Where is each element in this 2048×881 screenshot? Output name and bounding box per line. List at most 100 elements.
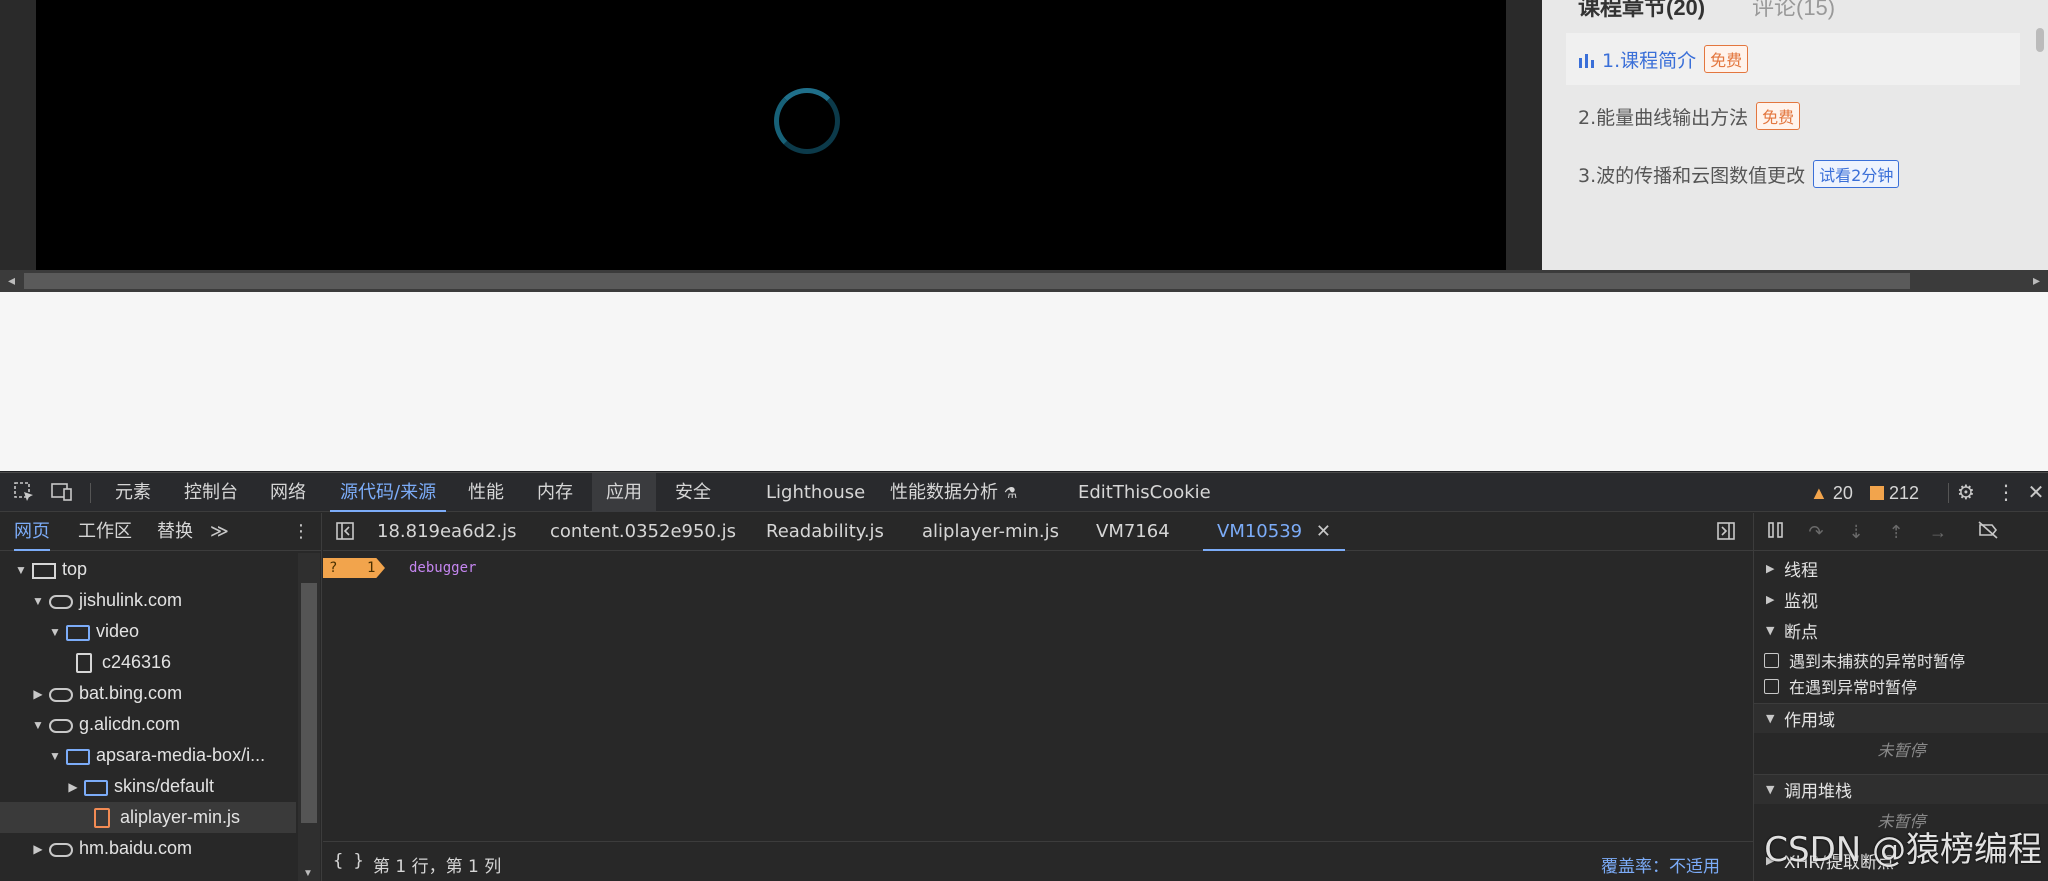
tree-item-domain[interactable]: ▼ jishulink.com (0, 585, 296, 616)
tree-item-domain[interactable]: ▼ g.alicdn.com (0, 709, 296, 740)
section-watch[interactable]: ▶ 监视 (1754, 584, 2048, 614)
settings-gear-icon[interactable]: ⚙ (1954, 481, 1978, 505)
scope-not-paused: 未暂停 (1877, 741, 1926, 760)
expanded-arrow-icon: ▼ (1766, 623, 1775, 637)
tab-workspace[interactable]: 工作区 (78, 513, 132, 551)
scroll-right-icon[interactable]: ▸ (2033, 272, 2040, 289)
chapter-item[interactable]: 3.波的传播和云图数值更改 试看2分钟 (1578, 148, 1900, 200)
scrollbar-thumb[interactable] (301, 583, 317, 823)
close-devtools-icon[interactable]: ✕ (2024, 481, 2048, 505)
pretty-print-braces-icon[interactable]: { } (333, 851, 364, 871)
toggle-navigator-icon[interactable] (335, 513, 355, 551)
scrollbar-thumb[interactable] (24, 273, 1910, 289)
tab-application[interactable]: 应用 (592, 473, 656, 512)
cursor-position: 第 1 行，第 1 列 (373, 857, 502, 877)
collapsed-arrow-icon[interactable]: ▶ (31, 687, 45, 701)
tab-overrides[interactable]: 替换 (157, 513, 193, 551)
editor-tab[interactable]: aliplayer-min.js (922, 513, 1059, 551)
js-file-icon (94, 807, 110, 828)
pause-caught-checkbox[interactable]: 在遇到异常时暂停 (1764, 673, 1917, 699)
checkbox-box[interactable] (1764, 678, 1779, 694)
deactivate-breakpoints-icon[interactable] (1976, 520, 2000, 544)
tab-chapters[interactable]: 课程章节(20) (1578, 0, 1705, 22)
checkbox-box[interactable] (1764, 652, 1779, 668)
toggle-debugger-sidebar-icon[interactable] (1716, 513, 1736, 551)
chapter-label: 1.课程简介 (1602, 49, 1697, 72)
tab-elements[interactable]: 元素 (105, 473, 161, 512)
issues-counter[interactable]: 212 (1870, 473, 1919, 513)
tab-sources[interactable]: 源代码/来源 (330, 473, 447, 512)
tree-label: top (62, 559, 88, 579)
tree-label: video (96, 621, 140, 641)
video-player[interactable] (36, 0, 1506, 270)
step-over-icon[interactable]: ↷ (1804, 520, 1828, 544)
chapter-item[interactable]: 1.课程简介 免费 (1566, 33, 2020, 85)
tree-item-folder[interactable]: ▶ skins/default (0, 771, 296, 802)
section-scope[interactable]: ▼ 作用域 (1754, 703, 2048, 733)
scroll-down-icon[interactable]: ▼ (303, 868, 313, 879)
expanded-arrow-icon[interactable]: ▼ (48, 625, 62, 639)
tree-item-top[interactable]: ▼ top (0, 554, 296, 585)
pause-uncaught-checkbox[interactable]: 遇到未捕获的异常时暂停 (1764, 647, 1965, 673)
expanded-arrow-icon[interactable]: ▼ (48, 749, 62, 763)
editor-tab[interactable]: Readability.js (766, 513, 884, 551)
tab-page[interactable]: 网页 (14, 513, 50, 551)
editor-tab-active[interactable]: VM10539 ✕ (1203, 513, 1345, 551)
navigator-menu-icon[interactable]: ⋮ (292, 513, 310, 551)
more-options-icon[interactable]: ⋮ (1994, 481, 2018, 505)
section-call-stack[interactable]: ▼ 调用堆栈 (1754, 774, 2048, 804)
expanded-arrow-icon[interactable]: ▼ (31, 594, 45, 608)
checkbox-label: 在遇到异常时暂停 (1789, 678, 1918, 697)
tab-editthiscookie[interactable]: EditThisCookie (1068, 473, 1221, 512)
warning-icon: ▲ (1810, 483, 1828, 503)
tab-network[interactable]: 网络 (260, 473, 316, 512)
expanded-arrow-icon[interactable]: ▼ (14, 563, 28, 577)
section-breakpoints[interactable]: ▼ 断点 (1754, 615, 2048, 645)
close-tab-icon[interactable]: ✕ (1316, 521, 1331, 542)
tab-lighthouse[interactable]: Lighthouse (756, 473, 875, 512)
coverage-status[interactable]: 覆盖率：不适用 (1601, 852, 1720, 877)
device-toolbar-icon[interactable] (50, 481, 74, 505)
step-icon[interactable]: → (1926, 520, 1950, 544)
paused-line-marker[interactable]: ? 1 (323, 558, 385, 578)
step-out-icon[interactable]: ⇡ (1884, 520, 1908, 544)
chapter-label: 2.能量曲线输出方法 (1578, 106, 1749, 129)
tab-memory[interactable]: 内存 (527, 473, 583, 512)
tab-performance[interactable]: 性能 (458, 473, 514, 512)
section-label: 断点 (1784, 622, 1818, 643)
editor-tab[interactable]: 18.819ea6d2.js (377, 513, 517, 551)
code-editor[interactable]: ? 1 debugger (323, 552, 1753, 841)
folder-icon (84, 779, 108, 796)
scroll-left-icon[interactable]: ◂ (8, 272, 15, 289)
section-threads[interactable]: ▶ 线程 (1754, 553, 2048, 583)
collapsed-arrow-icon[interactable]: ▶ (31, 842, 45, 856)
chapter-scrollbar[interactable] (2036, 28, 2044, 52)
tab-security[interactable]: 安全 (665, 473, 721, 512)
tab-console[interactable]: 控制台 (174, 473, 248, 512)
gutter-question-mark: ? (329, 560, 338, 576)
tab-performance-insights[interactable]: 性能数据分析 ⚗ (880, 473, 1027, 512)
navigator-scrollbar[interactable]: ▼ (298, 553, 320, 881)
warnings-counter[interactable]: ▲ 20 (1810, 473, 1853, 513)
tree-item-domain[interactable]: ▶ bat.bing.com (0, 678, 296, 709)
navigator-pane: 网页 工作区 替换 ≫ ⋮ ▼ top ▼ jishulink.com ▼ video… (0, 513, 322, 881)
horizontal-scrollbar[interactable]: ◂ ▸ (0, 270, 2048, 292)
issue-icon (1870, 486, 1884, 500)
tree-item-folder[interactable]: ▼ apsara-media-box/i... (0, 740, 296, 771)
line-number: 1 (367, 560, 376, 576)
editor-tab[interactable]: VM7164 (1096, 513, 1170, 551)
editor-tab[interactable]: content.0352e950.js (550, 513, 736, 551)
expanded-arrow-icon[interactable]: ▼ (31, 718, 45, 732)
step-into-icon[interactable]: ⇣ (1844, 520, 1868, 544)
chapter-item[interactable]: 2.能量曲线输出方法 免费 (1578, 90, 1801, 142)
more-tabs-chevron-icon[interactable]: ≫ (210, 513, 229, 551)
inspect-element-icon[interactable] (12, 481, 36, 505)
tree-item-file-selected[interactable]: aliplayer-min.js (0, 802, 296, 833)
collapsed-arrow-icon[interactable]: ▶ (66, 780, 80, 794)
pause-resume-icon[interactable] (1764, 520, 1788, 544)
tree-item-file[interactable]: c246316 (0, 647, 296, 678)
tab-comments[interactable]: 评论(15) (1752, 0, 1835, 22)
csdn-watermark: CSDN @猿榜编程 (1764, 830, 2042, 870)
tree-item-domain[interactable]: ▶ hm.baidu.com (0, 833, 296, 864)
tree-item-folder[interactable]: ▼ video (0, 616, 296, 647)
